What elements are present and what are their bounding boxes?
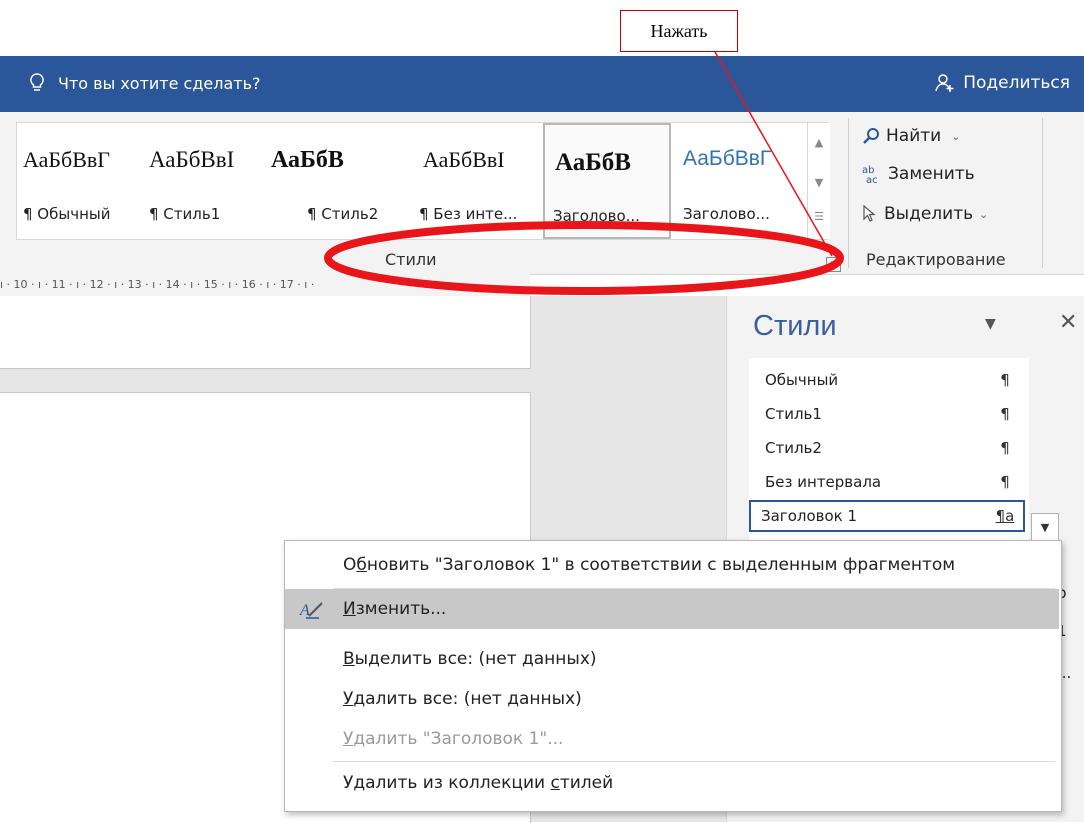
person-icon (935, 74, 954, 92)
style-name: ¶ Обычный (23, 205, 111, 223)
gallery-up-icon[interactable]: ▲ (812, 131, 826, 153)
search-icon (863, 128, 879, 144)
document-page[interactable] (0, 296, 531, 369)
style-preview: АаБбВ (271, 147, 344, 173)
paragraph-mark-icon: ¶ (1000, 405, 1010, 423)
style-item-dropdown-icon[interactable]: ▼ (1031, 513, 1059, 541)
style-name: Заголово... (683, 205, 770, 223)
pane-options-icon[interactable]: ▼ (985, 316, 996, 332)
ribbon: АаБбВвГ ¶ Обычный АаБбВвІ ¶ Стиль1 АаБбВ… (0, 112, 1084, 275)
editing-group-label: Редактирование (866, 250, 1006, 269)
tell-me-text: Что вы хотите сделать? (58, 73, 261, 93)
style-tile-heading1[interactable]: АаБбВ Заголово... (543, 123, 671, 239)
replace-icon: abac (862, 165, 878, 184)
style-tile-style2[interactable]: АаБбВ ¶ Стиль2 (265, 123, 391, 239)
lightbulb-icon (30, 73, 44, 91)
paragraph-mark-icon: ¶ (1000, 473, 1010, 491)
paragraph-mark-icon: ¶ (1000, 371, 1010, 389)
style-item-label: Без интервала (765, 473, 882, 491)
menu-item-delete-all[interactable]: Удалить все: (нет данных) (285, 679, 1059, 719)
styles-gallery: АаБбВвГ ¶ Обычный АаБбВвІ ¶ Стиль1 АаБбВ… (16, 122, 830, 240)
style-name: Заголово... (553, 207, 640, 225)
style-preview: АаБбВвІ (149, 147, 235, 172)
styles-dialog-launcher-icon[interactable]: ↘ (826, 257, 841, 272)
style-name: ¶ Без инте... (419, 205, 518, 223)
title-bar: Что вы хотите сделать? Поделиться (0, 56, 1084, 112)
menu-item-label: Удалить "Заголовок 1"... (343, 729, 564, 749)
menu-item-label: Удалить все: (нет данных) (343, 689, 582, 709)
style-name: ¶ Стиль2 (307, 205, 379, 223)
select-label: Выделить (884, 204, 974, 224)
find-button[interactable]: Найти ⌄ (862, 126, 960, 146)
callout-label: Нажать (620, 10, 738, 52)
menu-item-remove-from-gallery[interactable]: Удалить из коллекции стилей (285, 763, 1059, 803)
replace-button[interactable]: ab ac Заменить (862, 164, 975, 184)
style-item-label: Заголовок 1 (761, 507, 858, 525)
style-preview: АаБбВвГ (23, 147, 110, 172)
replace-label: Заменить (888, 164, 975, 184)
chevron-down-icon: ⌄ (951, 129, 961, 143)
style-item-label: Стиль1 (765, 405, 822, 423)
menu-item-select-all[interactable]: Выделить все: (нет данных) (285, 639, 1059, 679)
styles-group-label: Стили (385, 250, 437, 269)
styles-pane-title: Стили (753, 310, 837, 342)
gallery-more-icon[interactable]: ☰ (812, 205, 826, 227)
menu-separator (333, 761, 1055, 762)
horizontal-ruler[interactable]: ı · 10 · ı · 11 · ı · 12 · ı · 13 · ı · … (0, 274, 530, 296)
find-label: Найти (886, 126, 942, 146)
gallery-scrollbar: ▲ ▼ ☰ (807, 123, 830, 239)
share-label: Поделиться (963, 73, 1070, 93)
menu-item-update-to-match[interactable]: Обновить "Заголовок 1" в соответствии с … (285, 545, 1059, 585)
style-tile-heading2[interactable]: АаБбВвГ Заголово... (673, 123, 805, 239)
menu-item-label: Обновить "Заголовок 1" в соответствии с … (343, 555, 956, 575)
style-item-label: Обычный (765, 371, 839, 389)
paragraph-mark-icon: ¶ (1000, 439, 1010, 457)
svg-text:ac: ac (866, 175, 878, 184)
style-tile-no-spacing[interactable]: АаБбВвІ ¶ Без инте... (391, 123, 543, 239)
style-item-normal[interactable]: Обычный ¶ (749, 364, 1025, 396)
style-tile-style1[interactable]: АаБбВвІ ¶ Стиль1 (143, 123, 265, 239)
linked-style-icon: ¶a (995, 507, 1015, 525)
menu-item-label: Выделить все: (нет данных) (343, 649, 597, 669)
style-item-style1[interactable]: Стиль1 ¶ (749, 398, 1025, 430)
group-divider (1042, 118, 1043, 268)
svg-text:A: A (299, 602, 310, 619)
style-preview: АаБбВвГ (683, 147, 772, 170)
style-context-menu: Обновить "Заголовок 1" в соответствии с … (284, 540, 1062, 812)
select-button[interactable]: Выделить ⌄ (862, 204, 988, 224)
menu-item-modify[interactable]: A Изменить... (285, 589, 1059, 629)
gallery-down-icon[interactable]: ▼ (812, 171, 826, 193)
cursor-icon (863, 205, 876, 222)
menu-item-delete-style[interactable]: Удалить "Заголовок 1"... (285, 719, 1059, 759)
chevron-down-icon: ⌄ (979, 207, 989, 221)
menu-item-label: Изменить... (343, 599, 447, 619)
share-button[interactable]: Поделиться (935, 73, 1070, 93)
tell-me-box[interactable]: Что вы хотите сделать? (30, 73, 261, 93)
style-item-heading1[interactable]: Заголовок 1 ¶a (749, 500, 1025, 532)
group-divider (848, 118, 849, 268)
style-item-label: Стиль2 (765, 439, 822, 457)
menu-item-label: Удалить из коллекции стилей (343, 773, 614, 793)
style-item-style2[interactable]: Стиль2 ¶ (749, 432, 1025, 464)
style-name: ¶ Стиль1 (149, 205, 221, 223)
style-tile-normal[interactable]: АаБбВвГ ¶ Обычный (17, 123, 143, 239)
style-preview: АаБбВвІ (423, 147, 505, 172)
close-icon[interactable]: ✕ (1059, 310, 1077, 335)
style-preview: АаБбВ (555, 149, 631, 176)
modify-style-icon: A (299, 602, 323, 619)
style-item-no-spacing[interactable]: Без интервала ¶ (749, 466, 1025, 498)
